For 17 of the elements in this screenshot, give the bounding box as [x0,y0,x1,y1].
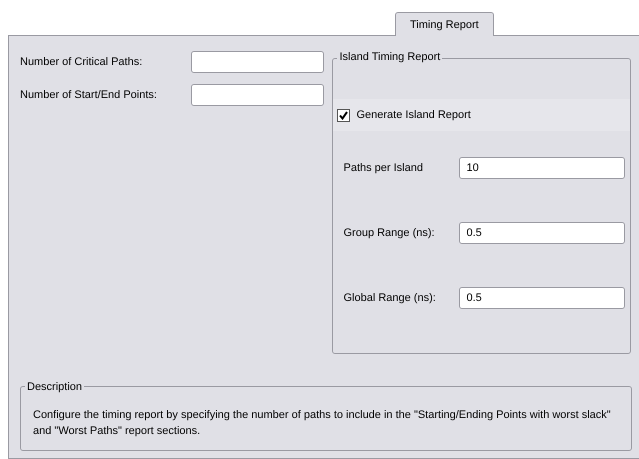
input-field[interactable] [191,84,324,106]
group-title: Description [25,379,84,395]
input-field[interactable]: 0.5 [459,287,626,309]
group-title: Island Timing Report [337,51,442,63]
check-icon [339,110,348,120]
tab[interactable]: Timing Report [395,12,494,36]
input-field[interactable]: 0.5 [459,222,626,244]
field-label: Group Range (ns): [343,227,436,239]
field-label: Number of Start/End Points: [20,89,158,101]
field-label: Global Range (ns): [343,292,437,304]
field-label: Number of Critical Paths: [20,56,144,68]
description-text: Configure the timing report by specifying the number of paths to include in the "Starting/Ending Points with worst slack" and "Worst Paths" report sections. [33,409,611,437]
field-label: Paths per Island [343,162,424,174]
input-field[interactable] [191,51,324,73]
checkbox-label: Generate Island Report [356,109,471,121]
input-field[interactable]: 10 [459,157,626,179]
checkbox[interactable] [337,108,350,122]
